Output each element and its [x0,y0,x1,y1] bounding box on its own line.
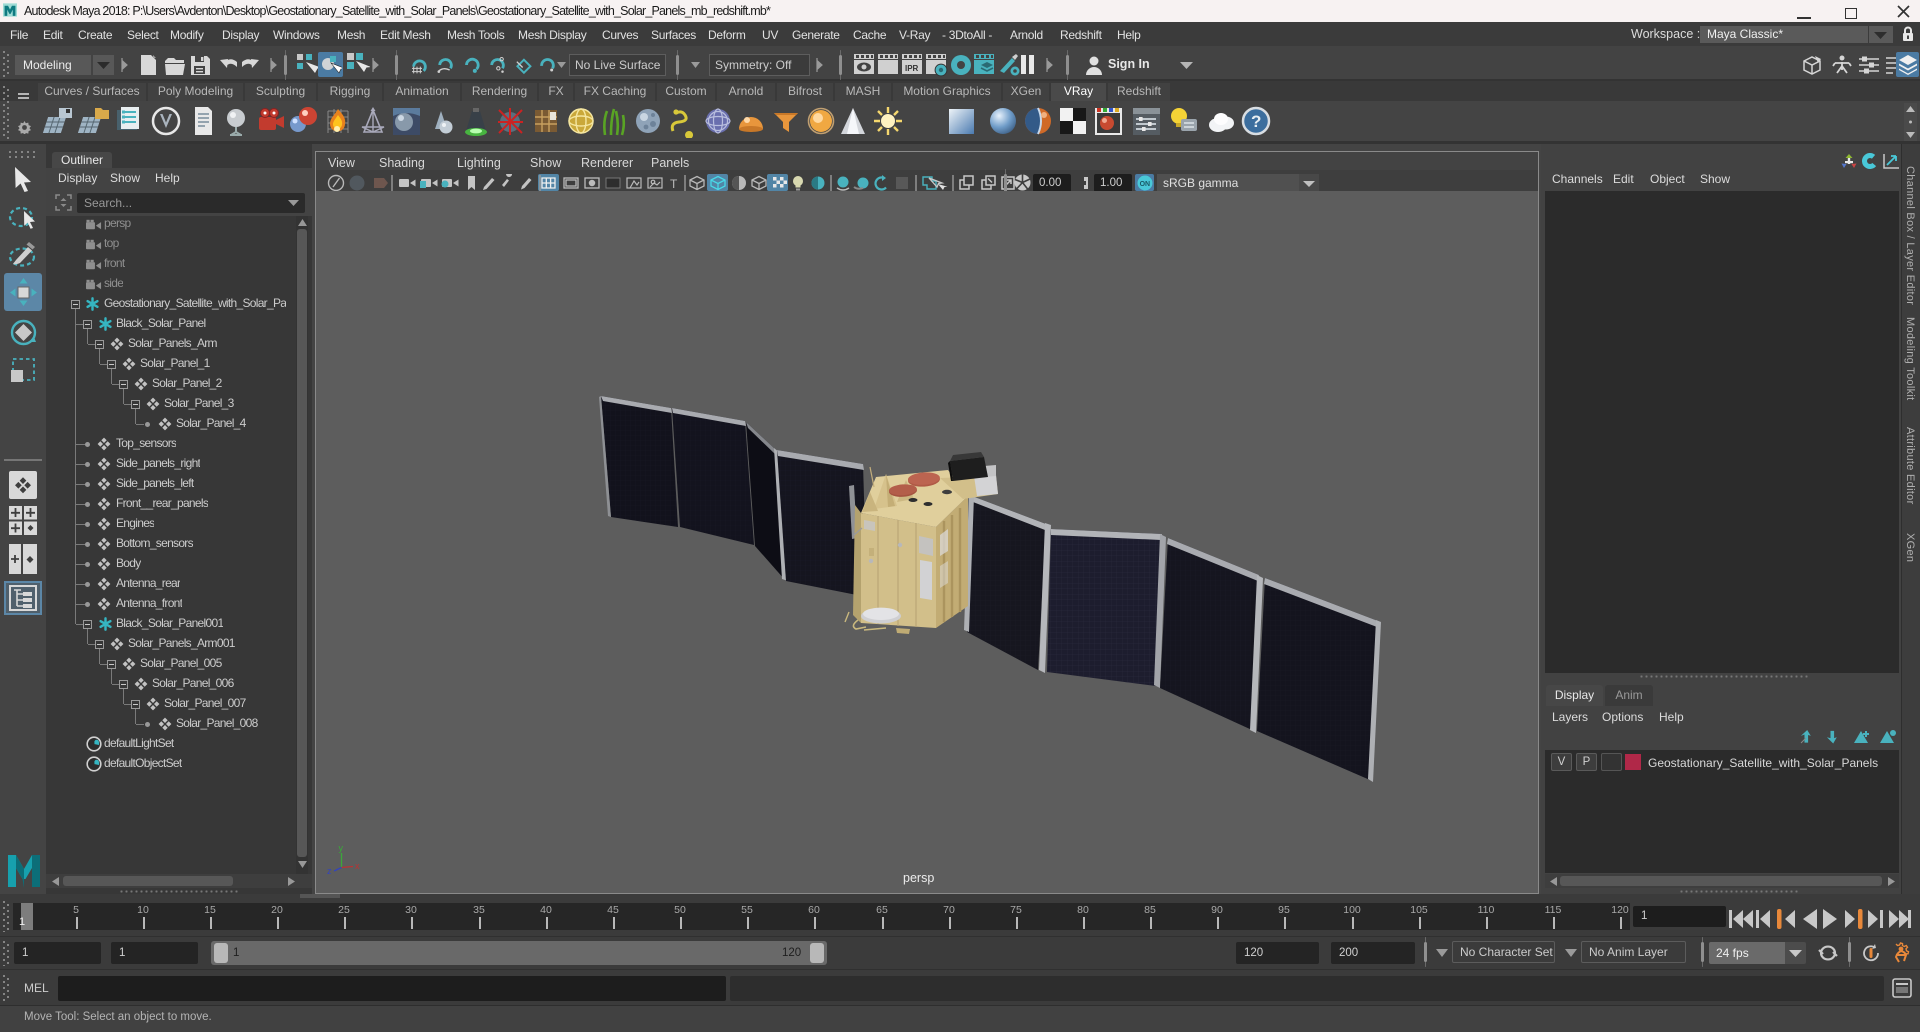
svg-text:T: T [670,177,678,191]
svg-text:y: y [339,843,344,853]
svg-text:?: ? [1251,112,1261,131]
svg-text:IPR: IPR [905,64,919,73]
svg-text:ON: ON [1140,181,1151,188]
svg-text:x: x [355,861,360,871]
svg-text:z: z [327,866,332,876]
